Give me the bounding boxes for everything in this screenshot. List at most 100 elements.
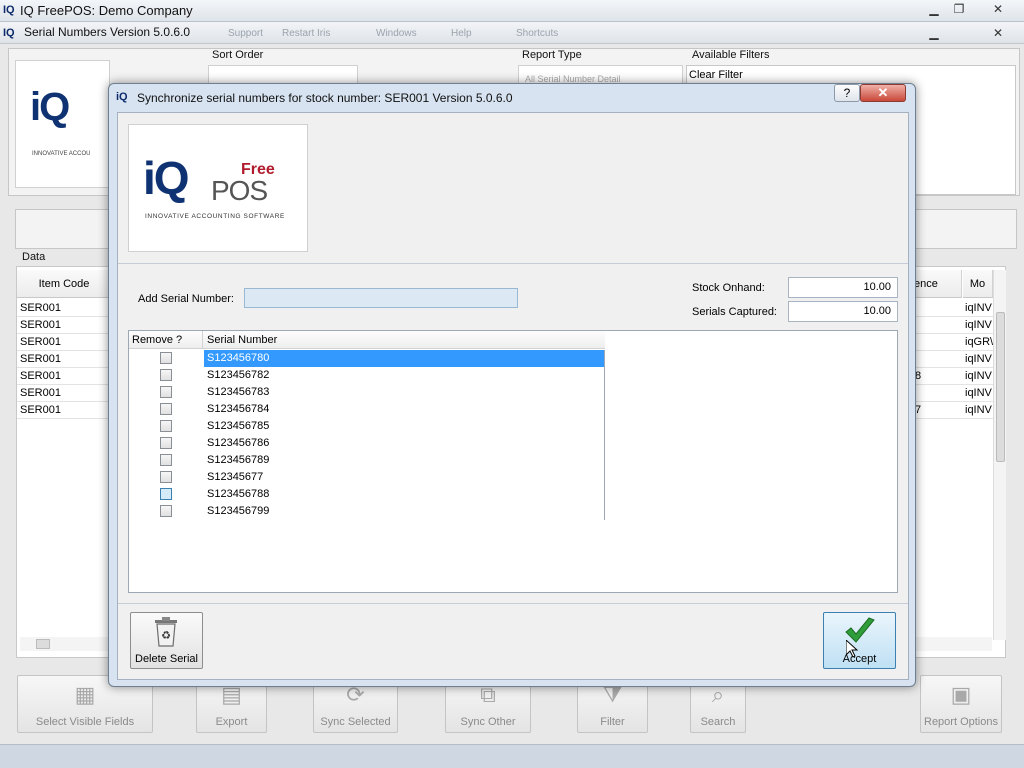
- close-button[interactable]: ✕: [986, 1, 1010, 18]
- serial-number-cell: S123456785: [207, 420, 270, 432]
- report-options-icon: ▣: [950, 682, 972, 707]
- list-item[interactable]: S123456782: [129, 367, 605, 384]
- scrollbar-thumb[interactable]: [996, 312, 1005, 462]
- grid-icon: ▦: [74, 682, 96, 707]
- toolbar-label: Sync Selected: [320, 716, 391, 728]
- item-code-cell: SER001: [20, 353, 61, 365]
- serials-captured-field: 10.00: [788, 301, 898, 322]
- serial-number-cell: S123456784: [207, 403, 270, 415]
- list-item[interactable]: S123456788: [129, 486, 605, 503]
- remove-checkbox[interactable]: [160, 505, 172, 517]
- iq-freepos-logo: Free iQ POS INNOVATIVE ACCOUNTING SOFTWA…: [128, 124, 308, 252]
- app-logo-icon: IQ: [3, 27, 15, 39]
- serial-number-cell: S123456799: [207, 505, 270, 517]
- serial-number-cell: S123456789: [207, 454, 270, 466]
- remove-checkbox[interactable]: [160, 454, 172, 466]
- window-title-bar: IQ IQ FreePOS: Demo Company ▁ ❐ ✕: [0, 0, 1024, 22]
- module-cell: iqINV: [965, 302, 992, 314]
- item-code-cell: SER001: [20, 404, 61, 416]
- available-filters-label: Available Filters: [692, 49, 770, 61]
- menu-restart[interactable]: Restart Iris: [282, 28, 330, 39]
- serial-number-cell: S123456783: [207, 386, 270, 398]
- toolbar-label: Report Options: [924, 716, 998, 728]
- serial-number-cell: S123456780: [204, 350, 604, 367]
- menu-support[interactable]: Support: [228, 28, 263, 39]
- h-scrollbar-thumb[interactable]: [36, 639, 50, 649]
- remove-checkbox[interactable]: [160, 488, 172, 500]
- toolbar-label: Select Visible Fields: [35, 716, 135, 728]
- dialog-body: Free iQ POS INNOVATIVE ACCOUNTING SOFTWA…: [117, 112, 909, 680]
- serial-number-cell: S123456786: [207, 437, 270, 449]
- recycle-bin-icon: ♻: [153, 617, 179, 647]
- app-logo-icon: IQ: [3, 4, 15, 16]
- dialog-close-button[interactable]: ✕: [860, 84, 906, 102]
- help-button[interactable]: ?: [834, 84, 860, 102]
- sync-serial-dialog: iQ Synchronize serial numbers for stock …: [108, 83, 916, 687]
- list-item[interactable]: S123456783: [129, 384, 605, 401]
- background-logo: iQ INNOVATIVE ACCOU: [15, 60, 110, 188]
- module-cell: iqINV: [965, 370, 992, 382]
- delete-serial-label: Delete Serial: [135, 653, 198, 665]
- remove-checkbox[interactable]: [160, 403, 172, 415]
- stock-onhand-label: Stock Onhand:: [692, 282, 765, 294]
- accept-label: Accept: [842, 653, 877, 665]
- column-remove[interactable]: Remove ?: [132, 334, 182, 346]
- serials-captured-label: Serials Captured:: [692, 306, 777, 318]
- item-code-cell: SER001: [20, 387, 61, 399]
- restore-button[interactable]: ❐: [947, 1, 971, 18]
- module-cell: iqINV: [965, 319, 992, 331]
- accept-button[interactable]: Accept: [823, 612, 896, 669]
- toolbar-label: Search: [700, 716, 736, 728]
- minimize-button[interactable]: ▁: [922, 1, 946, 18]
- remove-checkbox[interactable]: [160, 420, 172, 432]
- window-title: IQ FreePOS: Demo Company: [20, 3, 193, 18]
- toolbar-label: Export: [215, 716, 248, 728]
- list-item[interactable]: S123456789: [129, 452, 605, 469]
- menu-windows[interactable]: Windows: [376, 28, 417, 39]
- serial-number-cell: S123456788: [207, 488, 270, 500]
- module-cell: iqINV: [965, 387, 992, 399]
- column-module[interactable]: Mo: [963, 270, 993, 298]
- list-item[interactable]: S123456786: [129, 435, 605, 452]
- sub-close-button[interactable]: ✕: [986, 25, 1010, 42]
- sub-window-title-bar: IQ Serial Numbers Version 5.0.6.0 Suppor…: [0, 22, 1024, 44]
- stock-onhand-field: 10.00: [788, 277, 898, 298]
- serial-number-cell: S12345677: [207, 471, 264, 483]
- dialog-title: Synchronize serial numbers for stock num…: [137, 91, 513, 105]
- column-sequence[interactable]: ence: [912, 270, 962, 298]
- serial-rows: S123456780 S123456782 S123456783 S123456784…: [129, 350, 605, 520]
- remove-checkbox[interactable]: [160, 352, 172, 364]
- remove-checkbox[interactable]: [160, 471, 172, 483]
- add-serial-label: Add Serial Number:: [138, 293, 234, 305]
- list-item[interactable]: S12345677: [129, 469, 605, 486]
- sub-minimize-button[interactable]: ▁: [922, 25, 946, 42]
- remove-checkbox[interactable]: [160, 386, 172, 398]
- module-cell: iqGR\: [965, 336, 994, 348]
- item-code-cell: SER001: [20, 370, 61, 382]
- list-item[interactable]: S123456785: [129, 418, 605, 435]
- add-serial-input[interactable]: [244, 288, 518, 308]
- sort-order-label: Sort Order: [212, 49, 264, 61]
- mouse-cursor: [845, 638, 859, 658]
- svg-text:♻: ♻: [161, 630, 171, 642]
- toolbar-report-options-button[interactable]: ▣ Report Options: [920, 675, 1002, 733]
- remove-checkbox[interactable]: [160, 437, 172, 449]
- clear-filter-item[interactable]: Clear Filter: [689, 69, 743, 81]
- item-code-cell: SER001: [20, 302, 61, 314]
- list-item[interactable]: S123456799: [129, 503, 605, 520]
- item-code-cell: SER001: [20, 336, 61, 348]
- toolbar-label: Filter: [600, 716, 625, 728]
- remove-checkbox[interactable]: [160, 369, 172, 381]
- delete-serial-button[interactable]: ♻ Delete Serial: [130, 612, 203, 669]
- module-cell: iqINV: [965, 404, 992, 416]
- data-label: Data: [22, 251, 46, 263]
- menu-help[interactable]: Help: [451, 28, 472, 39]
- list-item[interactable]: S123456780: [129, 350, 605, 367]
- grid-vertical-scrollbar[interactable]: [993, 270, 1006, 640]
- list-item[interactable]: S123456784: [129, 401, 605, 418]
- module-cell: iqINV: [965, 353, 992, 365]
- column-item-code[interactable]: Item Code: [17, 270, 112, 298]
- menu-shortcuts[interactable]: Shortcuts: [516, 28, 558, 39]
- column-serial-number[interactable]: Serial Number: [207, 334, 277, 346]
- item-code-cell: SER001: [20, 319, 61, 331]
